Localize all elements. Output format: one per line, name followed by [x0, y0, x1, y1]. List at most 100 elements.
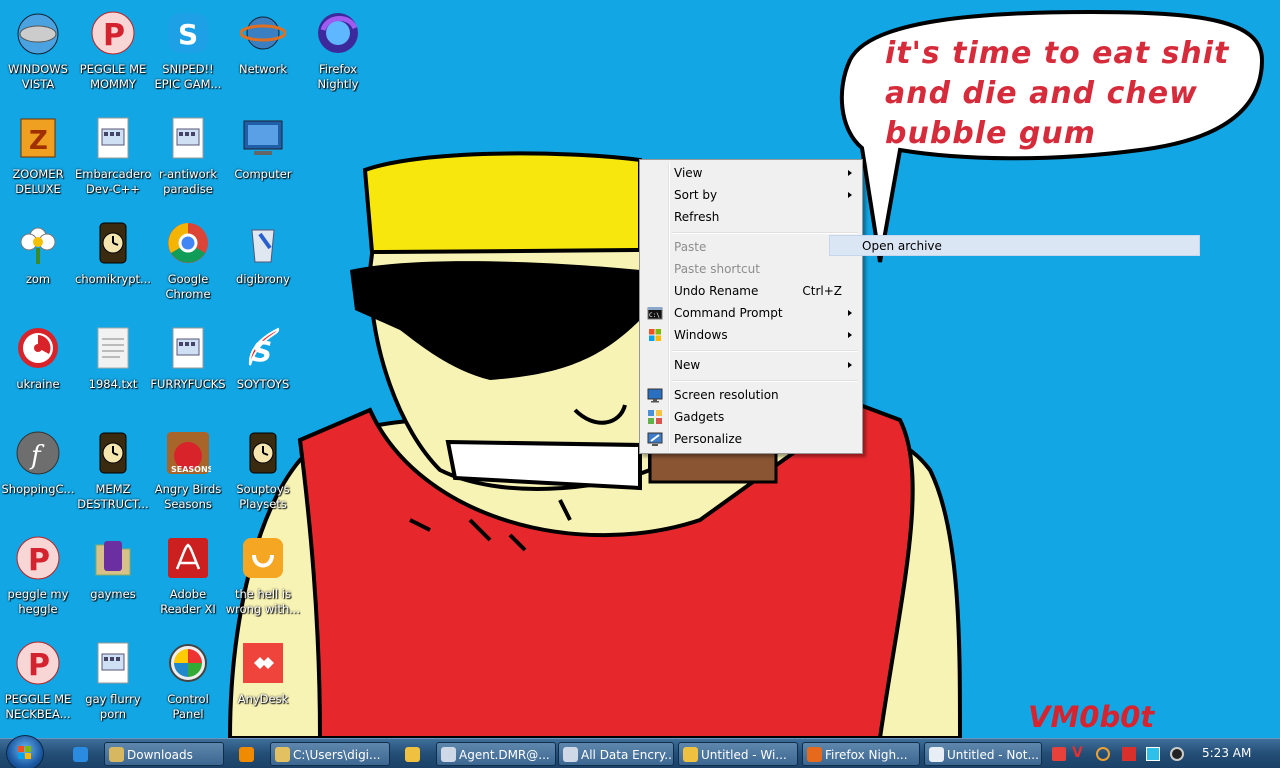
menu-item-paste-shortcut[interactable]: Paste shortcut	[642, 258, 860, 280]
desktop-icon[interactable]: P PEGGLE ME MOMMY	[75, 6, 151, 106]
menu-item-label: Windows	[674, 328, 728, 342]
desktop-icon[interactable]: Ppeggle my heggle	[0, 531, 76, 631]
svg-text:C:\: C:\	[649, 312, 660, 319]
tray-app-icon[interactable]	[1052, 747, 1066, 761]
svg-text:S: S	[252, 335, 272, 368]
tray-search-icon[interactable]	[1096, 747, 1110, 761]
menu-item-sort-by[interactable]: Sort by	[642, 184, 860, 206]
menu-item-label: Paste	[674, 240, 707, 254]
desktop-icon[interactable]: Google Chrome	[150, 216, 226, 316]
tray-network-icon[interactable]	[1146, 747, 1160, 761]
taskbar-button[interactable]	[228, 742, 262, 766]
desktop-icon[interactable]: gay flurry porn	[75, 636, 151, 736]
desktop-icon-label: chomikrypt...	[75, 272, 151, 286]
taskbar-button[interactable]: Untitled - Not...	[924, 742, 1042, 766]
desktop-icon[interactable]: WINDOWS VISTA	[0, 6, 76, 106]
desktop-icon-label: SNIPED!! EPIC GAM...	[154, 62, 222, 91]
taskbar-button-label: All Data Encry...	[581, 748, 674, 762]
desktop-icon[interactable]: MEMZ DESTRUCT...	[75, 426, 151, 526]
menu-item-command-prompt[interactable]: C:\ Command Prompt	[642, 302, 860, 324]
menu-item-windows[interactable]: Windows	[642, 324, 860, 346]
menu-separator	[672, 232, 858, 234]
desktop-icon-label: PEGGLE ME NECKBEA...	[4, 692, 72, 721]
desktop-icon-label: WINDOWS VISTA	[8, 62, 68, 91]
taskbar-button[interactable]: C:\Users\digi...	[270, 742, 390, 766]
desktop-icon[interactable]: chomikrypt...	[75, 216, 151, 316]
desktop-icon[interactable]: r-antiwork paradise	[150, 111, 226, 211]
file-icon	[165, 115, 211, 161]
soytoys-icon: S	[240, 325, 286, 371]
desktop-icon[interactable]: f ShoppingC...	[0, 426, 76, 526]
menu-item-personalize[interactable]: Personalize	[642, 428, 860, 450]
windows-vista-icon	[15, 10, 61, 56]
start-button[interactable]	[6, 735, 44, 768]
tray-flag-icon[interactable]	[1122, 747, 1136, 761]
desktop-icon[interactable]: Control Panel	[150, 636, 226, 736]
flower-icon	[15, 220, 61, 266]
desktop-icon[interactable]: Embarcadero Dev-C++	[75, 111, 151, 211]
desktop-icon[interactable]: zom	[0, 216, 76, 316]
peggle-icon: P	[90, 10, 136, 56]
desktop-context-menu: View Sort by Refresh Paste Paste shortcu…	[639, 159, 863, 454]
taskbar-button-label: Firefox Nigh...	[825, 748, 908, 762]
tray-volume-icon[interactable]	[1170, 747, 1184, 761]
taskbar-button[interactable]: Firefox Nigh...	[802, 742, 920, 766]
desktop-icon[interactable]: AnyDesk	[225, 636, 301, 736]
taskbar-button[interactable]: Downloads	[104, 742, 224, 766]
desktop-icon-label: gay flurry porn	[85, 692, 141, 721]
desktop-icon-label: ukraine	[16, 377, 60, 391]
desktop-icon-label: Angry Birds Seasons	[154, 482, 222, 511]
taskbar-button[interactable]: Agent.DMR@...	[436, 742, 556, 766]
desktop-icon-label: AnyDesk	[237, 692, 289, 706]
desktop-icon[interactable]: gaymes	[75, 531, 151, 631]
desktop-icon[interactable]: 1984.txt	[75, 321, 151, 421]
menu-item-label: Personalize	[674, 432, 743, 446]
menu-item-undo-rename[interactable]: Undo Rename Ctrl+Z	[642, 280, 860, 302]
desktop-icon-label: FURRYFUCKS	[150, 377, 226, 391]
submenu-open-archive[interactable]: Open archive	[829, 235, 1200, 256]
desktop-icon[interactable]: Firefox Nightly	[300, 6, 376, 106]
desktop-icon[interactable]: Z ZOOMER DELUXE	[0, 111, 76, 211]
menu-item-screen-resolution[interactable]: Screen resolution	[642, 384, 860, 406]
window-icon	[563, 747, 578, 762]
taskbar-button[interactable]: Untitled - Wi...	[678, 742, 798, 766]
desktop-icon-label: the hell is wrong with...	[225, 587, 301, 616]
desktop-icon-label: PEGGLE ME MOMMY	[79, 62, 147, 91]
desktop-icon[interactable]: Computer	[225, 111, 301, 211]
desktop-icon-label: Firefox Nightly	[317, 62, 359, 91]
internet-explorer-icon	[72, 747, 88, 762]
desktop-icon[interactable]: S SNIPED!! EPIC GAM...	[150, 6, 226, 106]
desktop-icon-label: Google Chrome	[165, 272, 211, 301]
submenu-arrow-icon	[848, 332, 852, 338]
menu-item-label: Screen resolution	[674, 388, 779, 402]
desktop-icon-label: Control Panel	[167, 692, 209, 721]
desktop-icon[interactable]: SEASONS Angry Birds Seasons	[150, 426, 226, 526]
desktop-icon[interactable]: S SOYTOYS	[225, 321, 301, 421]
desktop-icon[interactable]: the hell is wrong with...	[225, 531, 301, 631]
menu-item-refresh[interactable]: Refresh	[642, 206, 860, 228]
desktop-icon[interactable]: Adobe Reader XI	[150, 531, 226, 631]
desktop-icon-label: SOYTOYS	[236, 377, 290, 391]
desktop-icon[interactable]: FURRYFUCKS	[150, 321, 226, 421]
desktop-icon[interactable]: Network	[225, 6, 301, 106]
taskbar-button[interactable]: All Data Encry...	[558, 742, 674, 766]
desktop-icon-label: Embarcadero Dev-C++	[75, 167, 151, 196]
taskbar-clock[interactable]: 5:23 AM	[1202, 746, 1251, 760]
taskbar-button[interactable]	[394, 742, 428, 766]
menu-item-view[interactable]: View	[642, 162, 860, 184]
desktop-icon[interactable]: ukraine	[0, 321, 76, 421]
clock-icon	[240, 430, 286, 476]
menu-item-new[interactable]: New	[642, 354, 860, 376]
desktop-icon[interactable]: digibrony	[225, 216, 301, 316]
desktop-icon-label: r-antiwork paradise	[158, 167, 217, 196]
desktop-icon[interactable]: P PEGGLE ME NECKBEA...	[0, 636, 76, 736]
desktop-icon[interactable]: Souptoys Playsets	[225, 426, 301, 526]
tray-v-icon[interactable]: V	[1072, 745, 1086, 761]
taskbar-button[interactable]	[60, 742, 98, 766]
submenu-item-label: Open archive	[862, 239, 942, 253]
menu-item-label: New	[674, 358, 701, 372]
adobe-reader-icon	[165, 535, 211, 581]
menu-item-paste[interactable]: Paste	[642, 236, 860, 258]
gadgets-icon	[647, 409, 663, 425]
menu-item-gadgets[interactable]: Gadgets	[642, 406, 860, 428]
